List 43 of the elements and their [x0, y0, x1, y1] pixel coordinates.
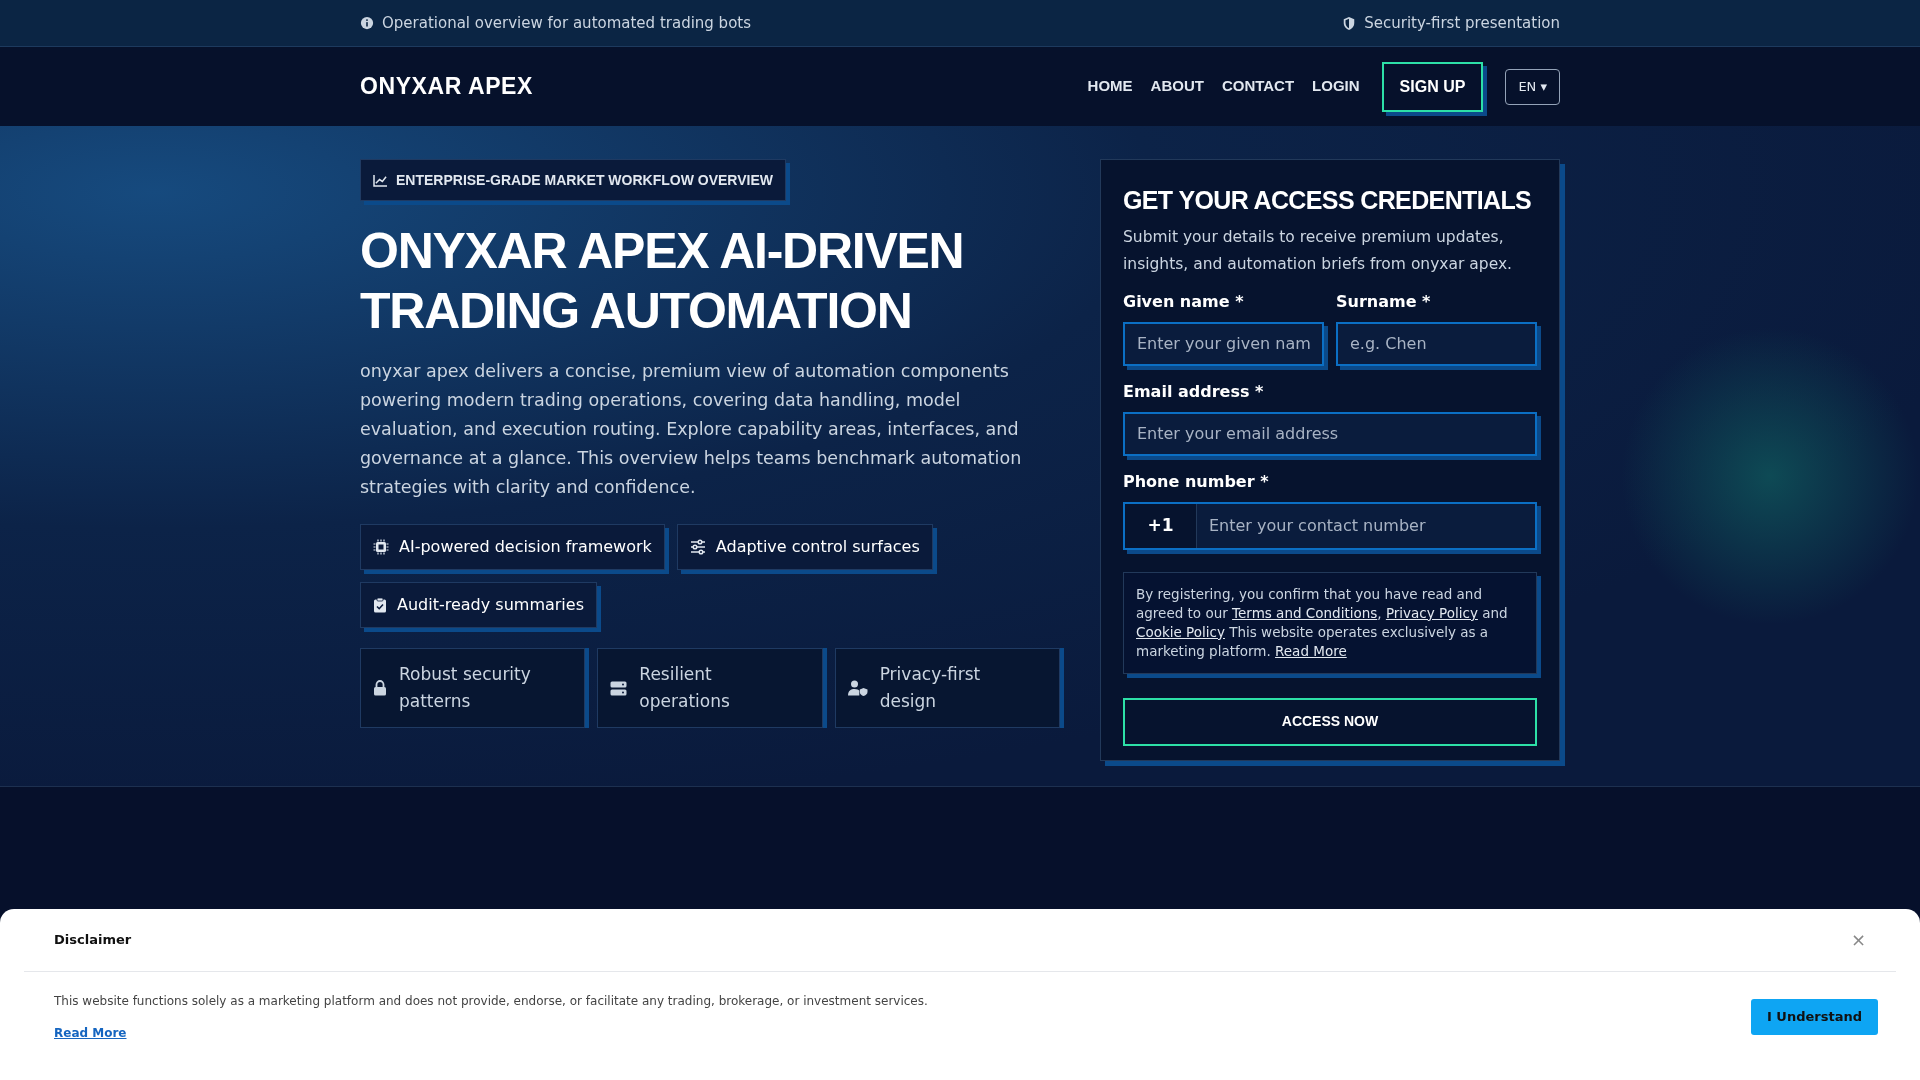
- server-icon: [610, 680, 628, 696]
- form-title: GET YOUR ACCESS CREDENTIALS: [1123, 185, 1533, 216]
- field-label: Email address *: [1123, 380, 1265, 403]
- policy-link[interactable]: Privacy Policy: [1385, 604, 1478, 621]
- country-code: +1: [1125, 503, 1197, 548]
- form-subtitle: Submit your details to receive premium updates, insights, and automation briefs from onyxar apex.: [1123, 226, 1514, 275]
- email-field[interactable]: Enter your email address: [1123, 411, 1537, 456]
- input-field[interactable]: Enter your given nam: [1123, 321, 1324, 366]
- understand-button[interactable]: I Understand: [1751, 999, 1878, 1035]
- field-label: Surname *: [1336, 290, 1432, 313]
- consent-text: By registering, you confirm that you have read and agreed to our Terms and Conditions, Privacy Policy and Cookie Policy This website operates exclusively as a marketing platform. Read More: [1136, 584, 1509, 661]
- user-shield-icon: [847, 680, 868, 696]
- feature-card: Robust security patterns: [360, 648, 586, 728]
- access-now-button[interactable]: ACCESS NOW: [1123, 697, 1537, 746]
- tagline-text: Operational overview for automated trading bots: [382, 12, 751, 34]
- read-more-link[interactable]: Read More: [54, 1024, 127, 1042]
- phone-input-field[interactable]: Enter your contact number: [1197, 503, 1535, 548]
- hero-title: ONYXAR APEX AI-DRIVEN TRADING AUTOMATION: [360, 222, 965, 341]
- clipboard-check-icon: [373, 597, 387, 613]
- sliders-icon: [689, 539, 706, 555]
- shield-icon: [1342, 15, 1357, 31]
- info-icon: [360, 16, 374, 30]
- input-field[interactable]: e.g. Chen: [1336, 321, 1537, 366]
- badge-text: ENTERPRISE-GRADE MARKET WORKFLOW OVERVIEW: [396, 170, 773, 190]
- policy-link[interactable]: Terms and Conditions: [1232, 604, 1378, 621]
- nav-link[interactable]: CONTACT: [1221, 75, 1295, 98]
- field-label: Given name *: [1123, 290, 1245, 313]
- logo[interactable]: ONYXAR APEX: [360, 69, 533, 104]
- language-select[interactable]: EN ▾: [1505, 68, 1560, 105]
- disclaimer-text: This website functions solely as a marketing platform and does not provide, endorse, or facilitate any trading, brokerage, or investment services.: [54, 993, 928, 1010]
- disclaimer-title: Disclaimer: [54, 931, 132, 950]
- policy-link[interactable]: Cookie Policy: [1136, 623, 1225, 640]
- field-label: Phone number *: [1123, 470, 1270, 493]
- nav-link[interactable]: LOGIN: [1312, 75, 1360, 98]
- nav-link[interactable]: ABOUT: [1150, 75, 1204, 98]
- lock-icon: [373, 680, 387, 696]
- security-text: Security-first presentation: [1364, 12, 1560, 34]
- policy-link[interactable]: Read More: [1275, 642, 1347, 659]
- nav-link[interactable]: HOME: [1087, 75, 1133, 98]
- chart-icon: [373, 173, 388, 187]
- close-button[interactable]: ×: [1850, 931, 1866, 949]
- chip-icon: [373, 539, 389, 555]
- hero-description: onyxar apex delivers a concise, premium view of automation components powering modern trading operations, covering data handling, model evaluation, and execution routing. Explore capability areas, interfaces, and governance at a glance. This overview helps teams benchmark automation strategies with clarity and confidence.: [360, 360, 1023, 499]
